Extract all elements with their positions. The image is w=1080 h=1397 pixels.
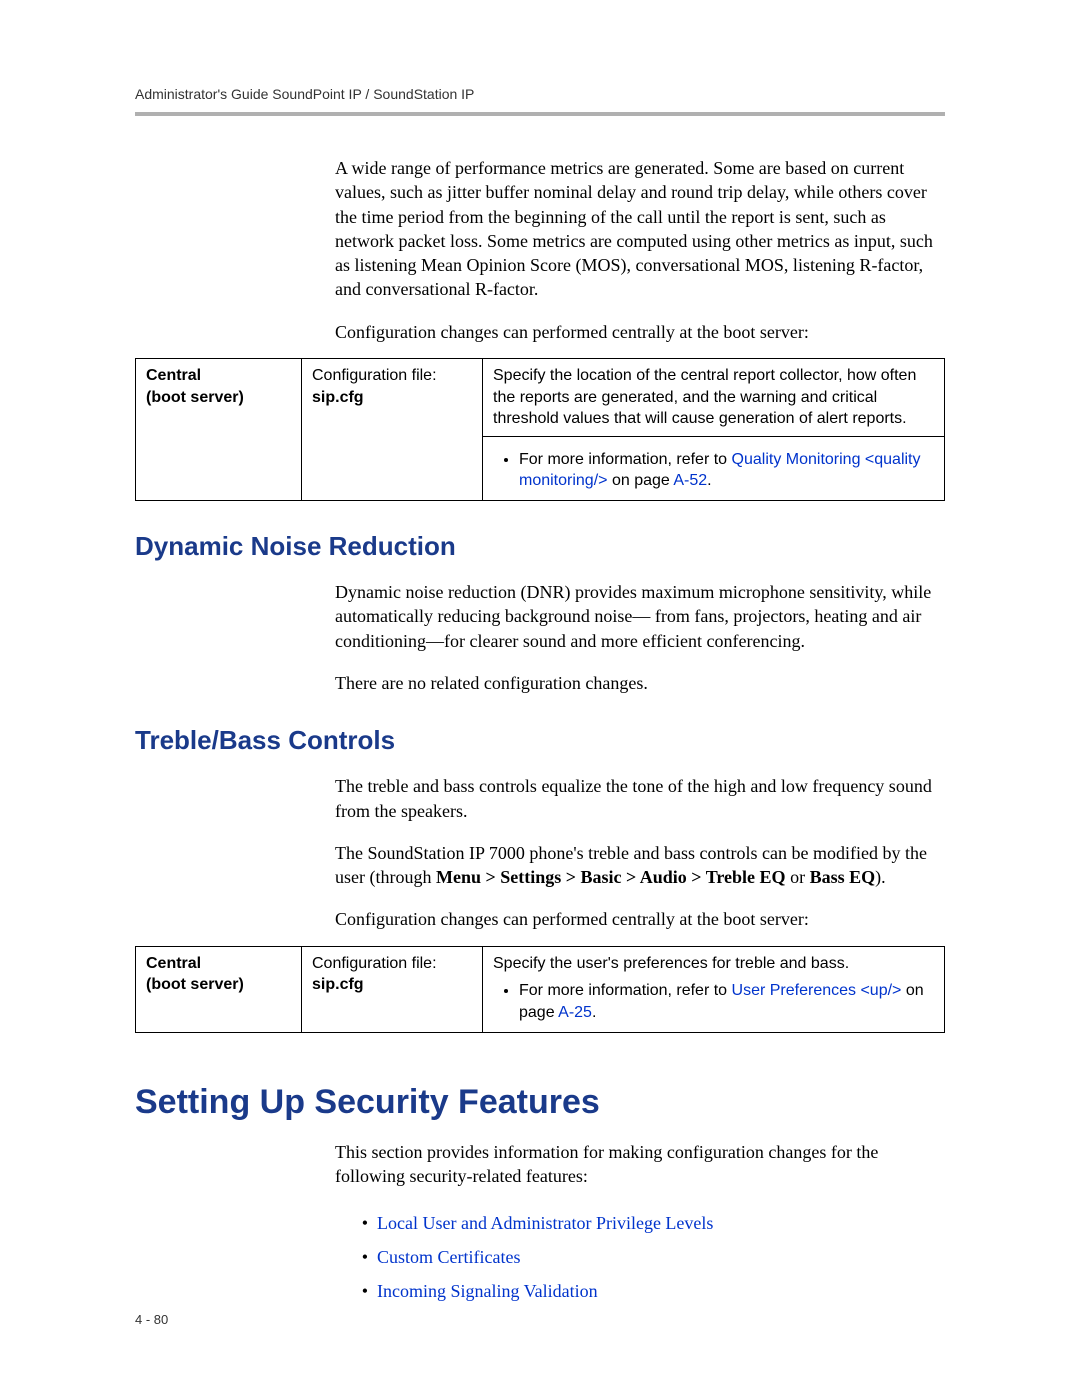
list-item: Incoming Signaling Validation xyxy=(377,1274,945,1308)
tb-paragraph-2: The SoundStation IP 7000 phone's treble … xyxy=(335,841,945,890)
cell-config-file-name: sip.cfg xyxy=(312,389,364,406)
security-links-list: Local User and Administrator Privilege L… xyxy=(355,1206,945,1309)
tb-menu-path-bass: Bass EQ xyxy=(810,867,876,887)
cell-reference: For more information, refer to Quality M… xyxy=(483,436,945,500)
dnr-paragraph-1: Dynamic noise reduction (DNR) provides m… xyxy=(335,580,945,653)
config-table-quality: Central (boot server) Configuration file… xyxy=(135,358,945,501)
running-head: Administrator's Guide SoundPoint IP / So… xyxy=(135,86,945,102)
page-ref-link[interactable]: A-25 xyxy=(558,1004,592,1021)
cell-description: Specify the location of the central repo… xyxy=(483,359,945,437)
dnr-paragraph-2: There are no related configuration chang… xyxy=(335,671,945,695)
ref-end: . xyxy=(592,1004,596,1021)
ref-end: . xyxy=(707,472,711,489)
cell-config-file-name: sip.cfg xyxy=(312,976,364,993)
custom-certificates-link[interactable]: Custom Certificates xyxy=(377,1247,520,1267)
cell-label-central: Central xyxy=(146,367,201,384)
privilege-levels-link[interactable]: Local User and Administrator Privilege L… xyxy=(377,1213,713,1233)
cell-label-bootserver: (boot server) xyxy=(146,976,244,993)
tb-paragraph-1: The treble and bass controls equalize th… xyxy=(335,774,945,823)
header-rule xyxy=(135,112,945,116)
cell-label-central: Central xyxy=(146,955,201,972)
list-item: For more information, refer to User Pref… xyxy=(519,980,934,1023)
tb-p2-seg-c: or xyxy=(786,867,810,887)
list-item: Custom Certificates xyxy=(377,1240,945,1274)
cell-config-file-label: Configuration file: xyxy=(312,955,437,972)
document-page: Administrator's Guide SoundPoint IP / So… xyxy=(0,0,1080,1397)
cell-label-bootserver: (boot server) xyxy=(146,389,244,406)
config-table-treble-bass: Central (boot server) Configuration file… xyxy=(135,946,945,1033)
heading-security: Setting Up Security Features xyxy=(135,1083,945,1122)
cell-config-file-label: Configuration file: xyxy=(312,367,437,384)
ref-prefix: For more information, refer to xyxy=(519,982,732,999)
intro-paragraph-1: A wide range of performance metrics are … xyxy=(335,156,945,302)
table-row: Central (boot server) Configuration file… xyxy=(136,946,945,1032)
cell-description: Specify the user's preferences for trebl… xyxy=(483,946,945,1032)
table-row: Central (boot server) Configuration file… xyxy=(136,359,945,437)
sec-paragraph-1: This section provides information for ma… xyxy=(335,1140,945,1189)
incoming-signaling-link[interactable]: Incoming Signaling Validation xyxy=(377,1281,598,1301)
heading-treble-bass: Treble/Bass Controls xyxy=(135,725,945,756)
ref-mid: on page xyxy=(608,472,674,489)
cell-desc-text: Specify the user's preferences for trebl… xyxy=(493,955,849,972)
list-item: For more information, refer to Quality M… xyxy=(519,449,934,492)
tb-paragraph-3: Configuration changes can performed cent… xyxy=(335,907,945,931)
page-number: 4 - 80 xyxy=(135,1312,168,1327)
intro-paragraph-2: Configuration changes can performed cent… xyxy=(335,320,945,344)
tb-p2-seg-e: ). xyxy=(875,867,886,887)
page-ref-link[interactable]: A-52 xyxy=(673,472,707,489)
heading-dnr: Dynamic Noise Reduction xyxy=(135,531,945,562)
list-item: Local User and Administrator Privilege L… xyxy=(377,1206,945,1240)
ref-prefix: For more information, refer to xyxy=(519,451,732,468)
user-preferences-link[interactable]: User Preferences <up/> xyxy=(732,982,902,999)
tb-menu-path-treble: Menu > Settings > Basic > Audio > Treble… xyxy=(436,867,786,887)
